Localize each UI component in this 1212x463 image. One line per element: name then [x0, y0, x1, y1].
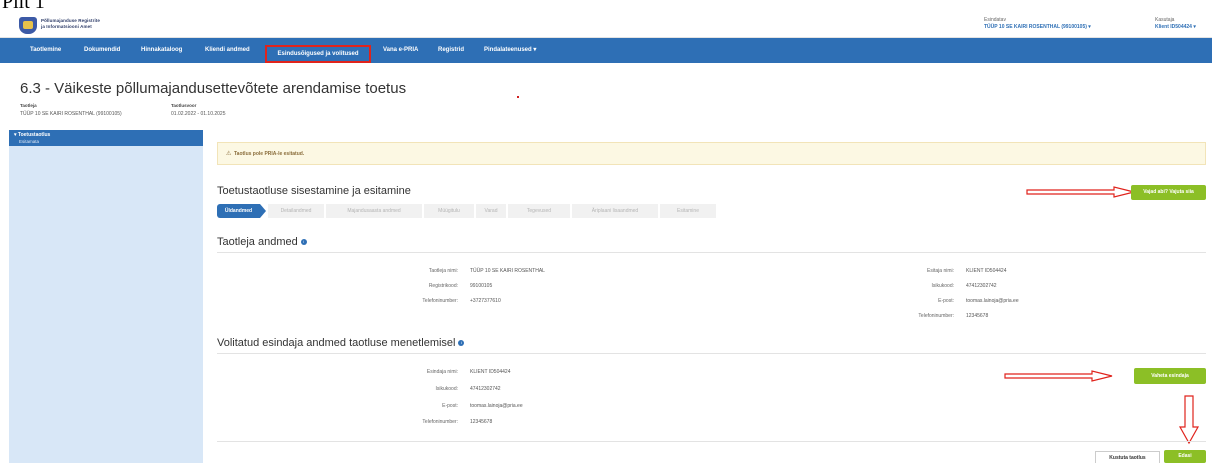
represented-label: Esindatav — [984, 17, 1006, 23]
field-label: E-post: — [938, 298, 954, 304]
warning-alert: ⚠ Taotlus pole PRIA-le esitatud. — [217, 142, 1206, 165]
sidebar-item-toetustaotlus[interactable]: ▾ Toetustaotlus Esitamata — [9, 130, 203, 146]
red-dot-marker — [517, 96, 519, 98]
figure-caption: Pilt 1 — [2, 0, 45, 13]
field-label: Isikukood: — [435, 386, 458, 392]
field-label: E-post: — [442, 403, 458, 409]
field-value: toomas.lainoja@pria.ee — [966, 298, 1019, 304]
step-tegevused[interactable]: Tegevused — [508, 204, 570, 218]
step-majandusaasta[interactable]: Majandusaasta andmed — [326, 204, 422, 218]
field-label: Taotleja nimi: — [428, 268, 458, 274]
delete-application-button[interactable]: Kustuta taotlus — [1095, 451, 1160, 463]
nav-dokumendid[interactable]: Dokumendid — [84, 38, 120, 63]
section-title-main: Toetustaotluse sisestamine ja esitamine — [217, 185, 411, 197]
section-title-representative: Volitatud esindaja andmed taotluse menet… — [217, 337, 465, 349]
logo-line-2: ja Informatsiooni Amet — [41, 24, 92, 29]
user-selector[interactable]: Kasutaja Klient ID504424 ▾ — [1155, 17, 1196, 31]
step-muugitulu[interactable]: Müügitulu — [424, 204, 474, 218]
step-varad[interactable]: Varad — [476, 204, 506, 218]
user-value[interactable]: Klient ID504424 ▾ — [1155, 24, 1196, 31]
sidebar: ▾ Toetustaotlus Esitamata — [9, 130, 203, 463]
next-button[interactable]: Edasi — [1164, 450, 1206, 463]
top-header: Põllumajanduse Registrite ja Informatsio… — [0, 14, 1212, 38]
nav-hinnakataloog[interactable]: Hinnakataloog — [141, 38, 182, 63]
user-label: Kasutaja — [1155, 17, 1175, 23]
page-title: 6.3 - Väikeste põllumajandusettevõtete a… — [20, 80, 407, 97]
red-arrow-down-icon — [1178, 395, 1200, 445]
step-esitamine[interactable]: Esitamine — [660, 204, 716, 218]
alert-text: Taotlus pole PRIA-le esitatud. — [234, 151, 305, 157]
sidebar-item-label: ▾ Toetustaotlus — [14, 132, 51, 138]
pria-logo-icon[interactable] — [19, 17, 37, 34]
field-value: 47412302742 — [470, 386, 501, 392]
applicant-label: Taotleja — [20, 103, 37, 108]
field-value: +3727377610 — [470, 298, 501, 304]
field-label: Isikukood: — [931, 283, 954, 289]
represented-selector[interactable]: Esindatav TÜÜP 10 SE KAIRI ROSENTHAL (99… — [984, 17, 1091, 31]
nav-pindalateenused[interactable]: Pindalateenused ▾ — [484, 38, 536, 63]
representative-title: Volitatud esindaja andmed taotluse menet… — [217, 337, 456, 349]
section-title-applicant: Taotleja andmed i — [217, 236, 307, 248]
info-icon[interactable]: i — [458, 340, 465, 347]
step-arrow — [260, 204, 266, 218]
step-detailandmed[interactable]: Detailandmed — [268, 204, 324, 218]
sidebar-item-status: Esitamata — [19, 139, 40, 144]
change-representative-button[interactable]: Vaheta esindaja — [1134, 368, 1206, 384]
divider — [217, 441, 1206, 442]
field-label: Esitaja nimi: — [927, 268, 954, 274]
field-value: KLIENT ID504424 — [966, 268, 1007, 274]
red-arrow-icon — [1026, 186, 1135, 198]
field-label: Telefoninumber: — [422, 298, 458, 304]
field-label: Registrikood: — [428, 283, 458, 289]
logo-text: Põllumajanduse Registrite ja Informatsio… — [41, 18, 100, 30]
nav-vana-epria[interactable]: Vana e-PRIA — [383, 38, 418, 63]
divider — [217, 252, 1206, 253]
warning-icon: ⚠ — [226, 151, 232, 157]
field-value: TÜÜP 10 SE KAIRI ROSENTHAL — [470, 268, 545, 274]
represented-value[interactable]: TÜÜP 10 SE KAIRI ROSENTHAL (99100105) ▾ — [984, 24, 1091, 31]
round-value: 01.02.2022 - 01.10.2025 — [171, 111, 226, 117]
field-value: 12345678 — [966, 313, 989, 319]
field-label: Telefoninumber: — [918, 313, 954, 319]
red-arrow-icon — [1004, 370, 1113, 382]
step-uldandmed[interactable]: Üldandmed — [217, 204, 260, 218]
field-value: toomas.lainoja@pria.ee — [470, 403, 523, 409]
nav-registrid[interactable]: Registrid — [438, 38, 464, 63]
applicant-title: Taotleja andmed — [217, 236, 298, 248]
divider — [217, 353, 1206, 354]
main-navigation: Taotlemine Dokumendid Hinnakataloog Klie… — [0, 38, 1212, 63]
nav-kliendi-andmed[interactable]: Kliendi andmed — [205, 38, 250, 63]
field-label: Esindaja nimi: — [426, 369, 458, 375]
field-value: 47412302742 — [966, 283, 997, 289]
step-ariplaani[interactable]: Äriplaani lisaandmed — [572, 204, 658, 218]
field-value: 12345678 — [470, 419, 493, 425]
help-button[interactable]: Vajad abi? Vajuta siia — [1131, 185, 1206, 200]
field-label: Telefoninumber: — [422, 419, 458, 425]
info-icon[interactable]: i — [300, 239, 307, 246]
field-value: 99100105 — [470, 283, 493, 289]
applicant-value: TÜÜP 10 SE KAIRI ROSENTHAL (99100105) — [20, 111, 122, 117]
round-label: Taotlusvoor — [171, 103, 197, 108]
field-value: KLIENT ID504424 — [470, 369, 511, 375]
nav-taotlemine[interactable]: Taotlemine — [30, 38, 61, 63]
nav-esindusoigused[interactable]: Esindusõigused ja volitused — [265, 45, 371, 63]
